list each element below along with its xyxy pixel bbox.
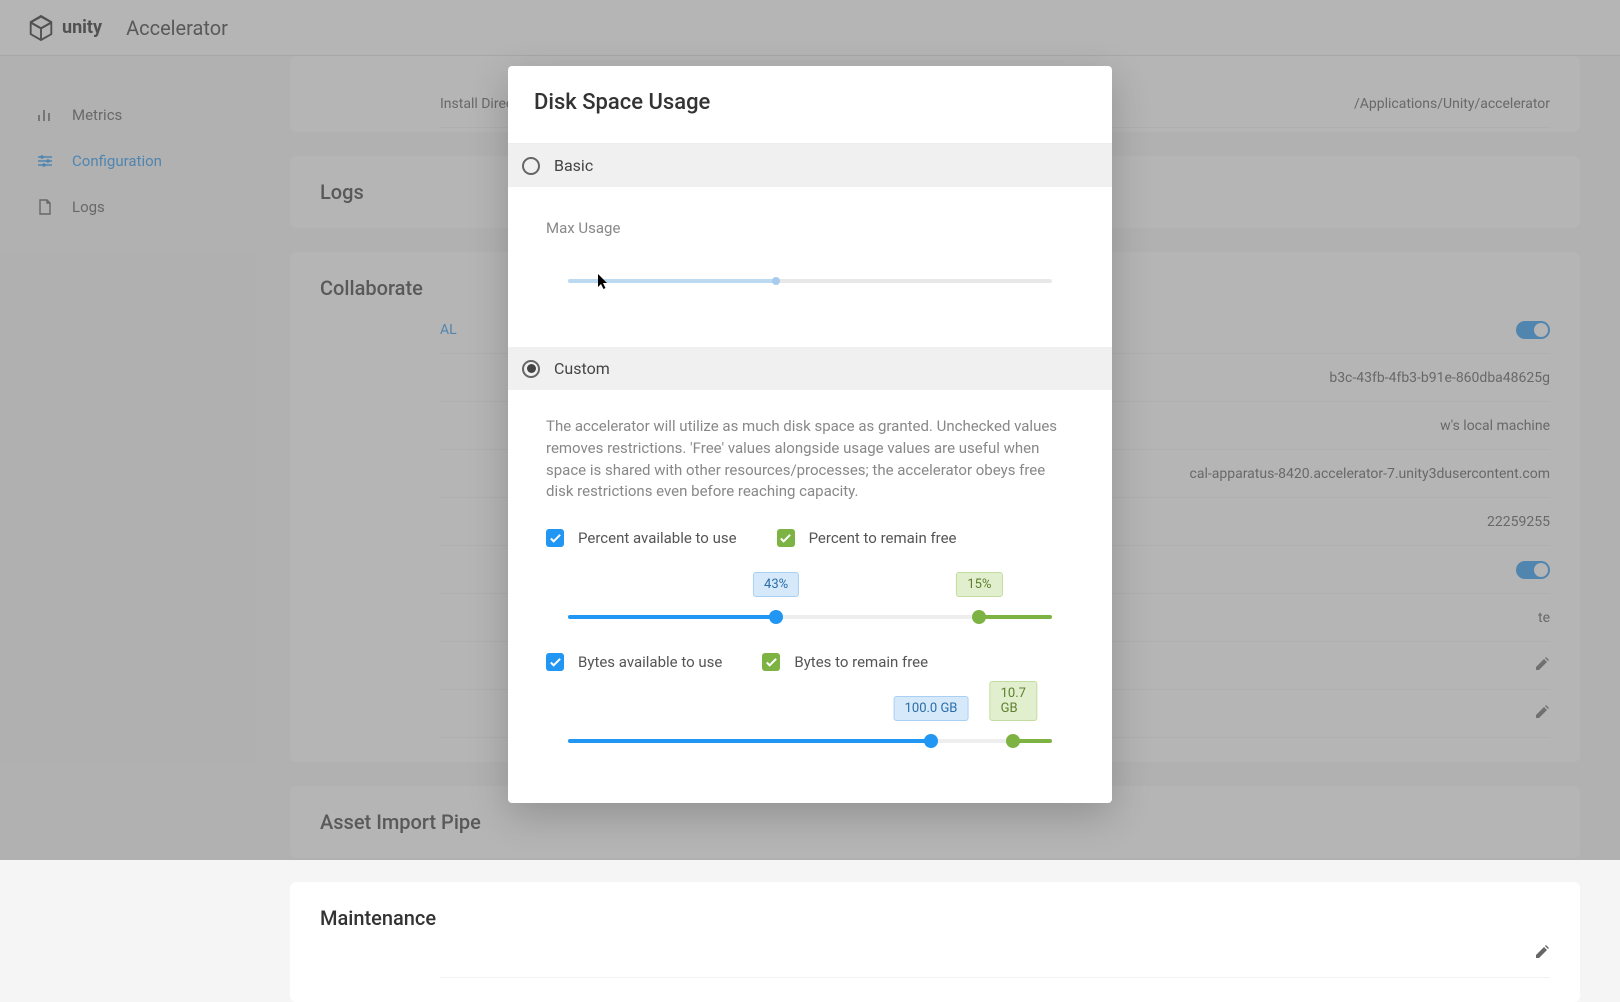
option-custom: Custom The accelerator will utilize as m… xyxy=(508,347,1112,803)
check-bytes-avail[interactable]: Bytes available to use xyxy=(546,653,722,671)
value-bubble-percent-avail: 43% xyxy=(753,572,799,597)
radio-label-custom: Custom xyxy=(554,359,610,378)
check-percent-avail[interactable]: Percent available to use xyxy=(546,529,737,547)
slider-fill-blue xyxy=(568,739,931,743)
max-usage-slider[interactable] xyxy=(568,279,1052,283)
slider-fill-green xyxy=(979,615,1052,619)
check-label: Percent to remain free xyxy=(809,529,957,547)
slider-handle-blue[interactable] xyxy=(769,610,783,624)
section-maintenance: Maintenance xyxy=(290,882,1580,1002)
slider-handle-blue[interactable] xyxy=(924,734,938,748)
option-header-custom[interactable]: Custom xyxy=(508,347,1112,390)
percent-check-row: Percent available to use Percent to rema… xyxy=(534,529,1086,547)
checkbox-bytes-avail[interactable] xyxy=(546,653,564,671)
slider-handle-green[interactable] xyxy=(972,610,986,624)
mouse-cursor-icon xyxy=(598,274,610,290)
check-label: Bytes available to use xyxy=(578,653,722,671)
checkbox-percent-free[interactable] xyxy=(777,529,795,547)
bytes-dual-slider[interactable]: 100.0 GB 10.7 GB xyxy=(568,689,1052,753)
check-label: Percent available to use xyxy=(578,529,737,547)
disk-space-modal: Disk Space Usage Basic Max Usage Custom … xyxy=(508,66,1112,803)
check-label: Bytes to remain free xyxy=(794,653,928,671)
config-row xyxy=(440,930,1550,978)
check-percent-free[interactable]: Percent to remain free xyxy=(777,529,957,547)
percent-dual-slider[interactable]: 43% 15% xyxy=(568,565,1052,629)
modal-overlay[interactable]: Disk Space Usage Basic Max Usage Custom … xyxy=(0,0,1620,860)
value-bubble-bytes-free: 10.7 GB xyxy=(990,681,1037,721)
pencil-icon[interactable] xyxy=(1534,944,1550,964)
radio-basic[interactable] xyxy=(522,157,540,175)
value-bubble-percent-free: 15% xyxy=(956,572,1002,597)
slider-fill-blue xyxy=(568,615,776,619)
option-header-basic[interactable]: Basic xyxy=(508,144,1112,187)
slider-handle[interactable] xyxy=(772,277,780,285)
value-bubble-bytes-avail: 100.0 GB xyxy=(894,696,969,721)
max-usage-label: Max Usage xyxy=(534,219,1086,237)
section-title-maintenance: Maintenance xyxy=(320,906,1550,930)
checkbox-percent-avail[interactable] xyxy=(546,529,564,547)
radio-custom[interactable] xyxy=(522,360,540,378)
bytes-check-row: Bytes available to use Bytes to remain f… xyxy=(534,653,1086,671)
checkbox-bytes-free[interactable] xyxy=(762,653,780,671)
check-bytes-free[interactable]: Bytes to remain free xyxy=(762,653,928,671)
modal-title: Disk Space Usage xyxy=(534,90,1086,115)
modal-header: Disk Space Usage xyxy=(508,66,1112,144)
slider-handle-green[interactable] xyxy=(1006,734,1020,748)
radio-label-basic: Basic xyxy=(554,156,593,175)
custom-description: The accelerator will utilize as much dis… xyxy=(534,416,1086,529)
option-basic: Basic Max Usage xyxy=(508,144,1112,327)
